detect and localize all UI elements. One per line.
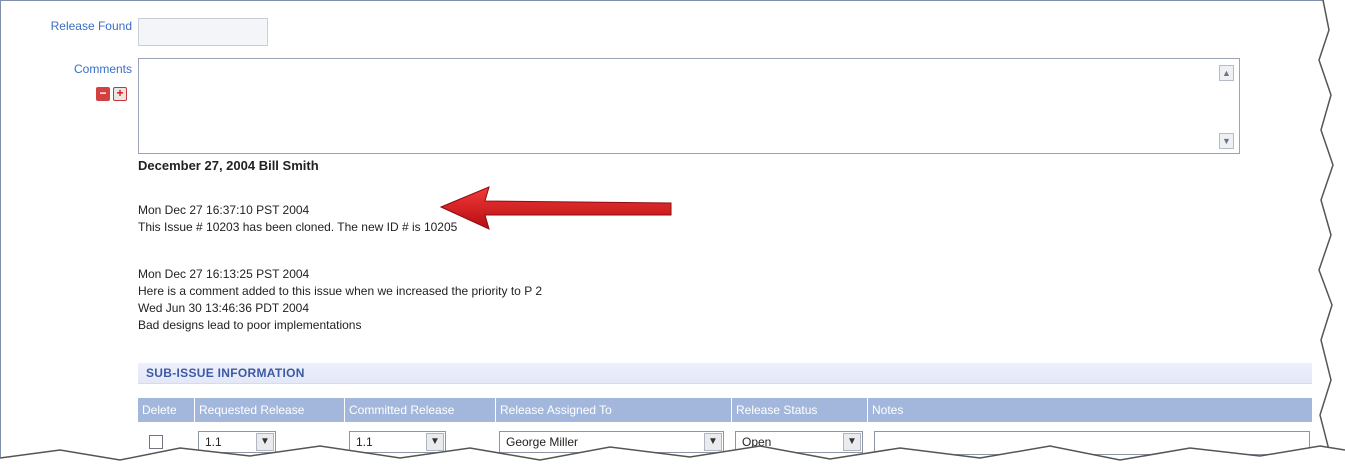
- comment-timestamp: Mon Dec 27 16:37:10 PST 2004: [138, 203, 310, 217]
- sub-issue-section-header: SUB-ISSUE INFORMATION: [138, 363, 1312, 384]
- column-header: Notes: [872, 403, 904, 417]
- comment-text: This Issue # 10203 has been cloned. The …: [138, 220, 458, 234]
- column-header: Release Assigned To: [496, 398, 732, 422]
- scroll-up-icon[interactable]: ▲: [1219, 65, 1234, 81]
- column-header: Delete: [138, 398, 195, 422]
- column-header: Requested Release: [195, 398, 345, 422]
- comments-log-heading: December 27, 2004 Bill Smith: [138, 158, 319, 173]
- column-header: Release Status: [732, 398, 868, 422]
- column-header: Committed Release: [345, 398, 496, 422]
- comment-timestamp: Mon Dec 27 16:13:25 PST 2004: [138, 267, 310, 281]
- issue-form: Release Found Comments − + ▲ ▼ December …: [0, 0, 1339, 457]
- comment-timestamp: Wed Jun 30 13:46:36 PDT 2004: [138, 301, 310, 315]
- plus-icon[interactable]: +: [113, 87, 127, 101]
- section-title: SUB-ISSUE INFORMATION: [146, 366, 305, 380]
- minus-icon[interactable]: −: [96, 87, 110, 101]
- torn-edge-right: [1318, 0, 1345, 464]
- sub-issue-table-header: Delete Requested Release Committed Relea…: [138, 398, 1312, 422]
- comments-label: Comments: [73, 62, 132, 76]
- red-arrow-icon: [439, 186, 672, 230]
- comment-text: Here is a comment added to this issue wh…: [138, 284, 542, 298]
- release-found-input[interactable]: [138, 18, 268, 46]
- release-found-label: Release Found: [50, 19, 132, 33]
- comments-textarea[interactable]: ▲ ▼: [138, 58, 1240, 154]
- torn-edge-bottom: [0, 445, 1345, 464]
- scroll-down-icon[interactable]: ▼: [1219, 133, 1234, 149]
- comment-text: Bad designs lead to poor implementations: [138, 318, 362, 332]
